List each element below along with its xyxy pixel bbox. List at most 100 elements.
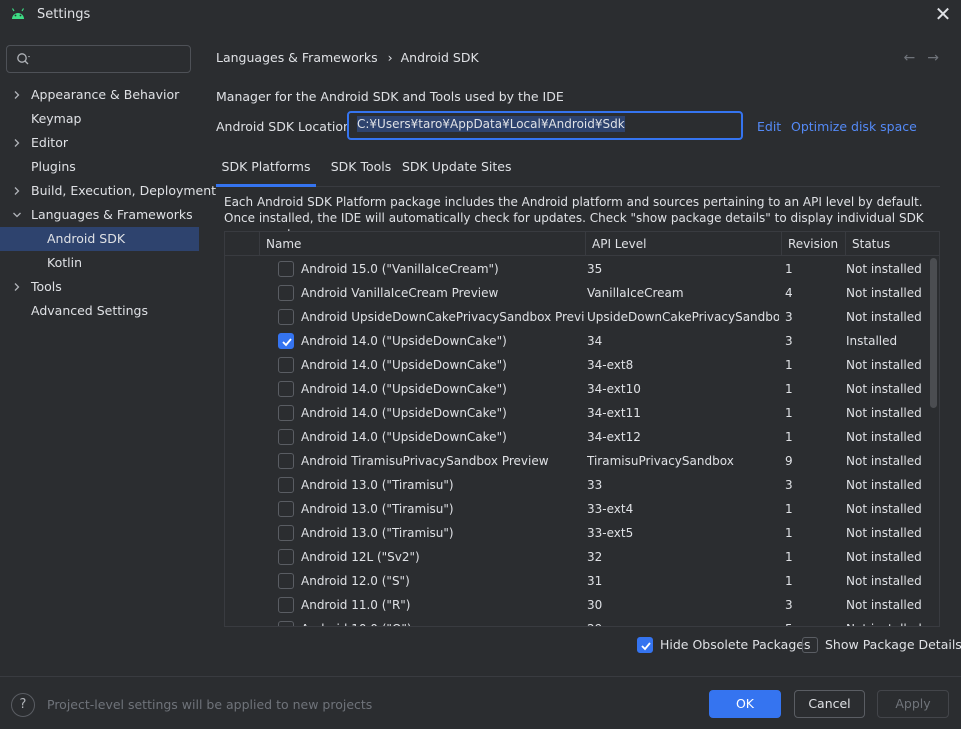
hide-obsolete-checkbox[interactable] [637, 637, 653, 653]
cell-api-level: VanillaIceCream [587, 286, 684, 300]
optimize-disk-space-link[interactable]: Optimize disk space [791, 119, 917, 134]
row-checkbox[interactable] [278, 597, 294, 613]
table-row[interactable]: Android 14.0 ("UpsideDownCake") 34-ext11 1… [225, 401, 931, 425]
table-row[interactable]: Android 10.0 ("Q")29 5Not installed [225, 617, 931, 626]
table-row[interactable]: Android TiramisuPrivacySandbox Preview Ti… [225, 449, 931, 473]
row-checkbox[interactable] [278, 549, 294, 565]
column-header-api-level[interactable]: API Level [585, 232, 781, 256]
chevron-right-icon[interactable] [12, 186, 22, 196]
sdk-location-value: C:¥Users¥taro¥AppData¥Local¥Android¥Sdk [357, 116, 625, 132]
sidebar-item-languages-frameworks[interactable]: Languages & Frameworks [0, 203, 199, 227]
cell-api-level: 33-ext5 [587, 526, 634, 540]
table-row[interactable]: Android UpsideDownCakePrivacySandbox Pre… [225, 305, 931, 329]
close-icon[interactable]: ✕ [932, 4, 954, 26]
row-checkbox[interactable] [278, 429, 294, 445]
cell-status: Not installed [846, 574, 922, 588]
cell-revision: 1 [785, 382, 793, 396]
back-arrow-icon[interactable]: ← [904, 50, 928, 66]
cell-api-level: 33-ext4 [587, 502, 634, 516]
row-checkbox[interactable] [278, 381, 294, 397]
chevron-down-icon[interactable] [12, 210, 22, 220]
table-row[interactable]: Android 14.0 ("UpsideDownCake") 34-ext10 1… [225, 377, 931, 401]
sidebar-item-appearance-behavior[interactable]: Appearance & Behavior [0, 83, 199, 107]
sidebar-item-keymap[interactable]: Keymap [0, 107, 199, 131]
sidebar-item-advanced-settings[interactable]: Advanced Settings [0, 299, 199, 323]
row-checkbox[interactable] [278, 525, 294, 541]
sidebar-item-label: Tools [31, 279, 62, 294]
cell-revision: 1 [785, 526, 793, 540]
cell-revision: 1 [785, 502, 793, 516]
cell-name: Android 13.0 ("Tiramisu") [301, 478, 454, 492]
ok-button[interactable]: OK [709, 690, 781, 718]
sidebar-item-kotlin[interactable]: Kotlin [0, 251, 199, 275]
column-header-status[interactable]: Status [845, 232, 939, 256]
sidebar-item-label: Plugins [31, 159, 76, 174]
cell-api-level: 35 [587, 262, 603, 276]
row-checkbox[interactable] [278, 501, 294, 517]
row-checkbox[interactable] [278, 285, 294, 301]
table-body: Android 15.0 ("VanillaIceCream") 35 1 Not i… [225, 257, 931, 626]
chevron-right-icon[interactable] [12, 138, 22, 148]
row-checkbox[interactable] [278, 405, 294, 421]
table-row[interactable]: Android 12L ("Sv2") 32 1 Not installed [225, 545, 931, 569]
cell-api-level: 33 [587, 478, 603, 492]
forward-arrow-icon[interactable]: → [927, 50, 951, 66]
show-package-details-checkbox[interactable] [802, 637, 818, 653]
breadcrumb-parent[interactable]: Languages & Frameworks [216, 50, 378, 65]
sidebar-item-editor[interactable]: Editor [0, 131, 199, 155]
row-checkbox[interactable] [278, 621, 294, 626]
sdk-location-label: Android SDK Location: [216, 119, 356, 134]
sidebar-item-build-execution-deployment[interactable]: Build, Execution, Deployment [0, 179, 216, 203]
tab-sdk-tools[interactable]: SDK Tools [322, 153, 400, 187]
nav-arrows: ←→ [904, 50, 951, 66]
column-header-name[interactable]: Name [259, 232, 585, 256]
table-row[interactable]: Android 13.0 ("Tiramisu") 33-ext5 1 Not ins… [225, 521, 931, 545]
sidebar-item-label: Languages & Frameworks [31, 207, 193, 222]
table-row[interactable]: Android 15.0 ("VanillaIceCream") 35 1 Not i… [225, 257, 931, 281]
cell-name: Android 11.0 ("R") [301, 598, 411, 612]
row-checkbox[interactable] [278, 477, 294, 493]
cell-status: Installed [846, 334, 898, 348]
table-row[interactable]: Android 11.0 ("R") 30 3 Not installed [225, 593, 931, 617]
sidebar-item-android-sdk[interactable]: Android SDK [0, 227, 199, 251]
tab-sdk-update-sites[interactable]: SDK Update Sites [402, 153, 512, 187]
sidebar-item-tools[interactable]: Tools [0, 275, 199, 299]
row-checkbox[interactable] [278, 453, 294, 469]
hide-obsolete-label: Hide Obsolete Packages [660, 637, 811, 652]
edit-link[interactable]: Edit [757, 119, 781, 134]
row-checkbox[interactable] [278, 261, 294, 277]
sdk-location-field[interactable]: C:¥Users¥taro¥AppData¥Local¥Android¥Sdk [347, 111, 743, 140]
table-row[interactable]: Android VanillaIceCream Preview VanillaIc… [225, 281, 931, 305]
table-row[interactable]: Android 13.0 ("Tiramisu") 33-ext4 1 Not ins… [225, 497, 931, 521]
chevron-right-icon[interactable] [12, 90, 22, 100]
table-row[interactable]: Android 13.0 ("Tiramisu") 33 3 Not installe… [225, 473, 931, 497]
apply-button[interactable]: Apply [877, 690, 949, 718]
table-row[interactable]: Android 14.0 ("UpsideDownCake") 34-ext12 1… [225, 425, 931, 449]
cancel-button[interactable]: Cancel [794, 690, 865, 718]
cell-revision: 3 [785, 478, 793, 492]
table-row[interactable]: Android 14.0 ("UpsideDownCake") 34 3 Instal… [225, 329, 931, 353]
search-input[interactable] [37, 50, 185, 68]
table-row[interactable]: Android 12.0 ("S") 31 1 Not installed [225, 569, 931, 593]
column-header-revision[interactable]: Revision [781, 232, 845, 256]
table-scrollbar[interactable] [930, 258, 937, 408]
cell-revision: 3 [785, 598, 793, 612]
cell-revision: 3 [785, 310, 793, 324]
show-package-details-label: Show Package Details [825, 637, 961, 652]
chevron-right-icon[interactable] [12, 282, 22, 292]
sdk-platforms-table: Name API Level Revision Status Android 1… [224, 231, 940, 627]
tab-sdk-platforms[interactable]: SDK Platforms [216, 153, 316, 187]
cell-name: Android VanillaIceCream Preview [301, 286, 499, 300]
cell-name: Android 14.0 ("UpsideDownCake") [301, 358, 507, 372]
cell-status: Not installed [846, 502, 922, 516]
sidebar-item-plugins[interactable]: Plugins [0, 155, 199, 179]
search-box[interactable] [6, 45, 191, 73]
row-checkbox[interactable] [278, 333, 294, 349]
android-icon [11, 8, 25, 19]
row-checkbox[interactable] [278, 573, 294, 589]
row-checkbox[interactable] [278, 309, 294, 325]
table-row[interactable]: Android 14.0 ("UpsideDownCake") 34-ext8 1 N… [225, 353, 931, 377]
help-icon[interactable]: ? [11, 693, 35, 717]
row-checkbox[interactable] [278, 357, 294, 373]
cell-revision: 9 [785, 454, 793, 468]
